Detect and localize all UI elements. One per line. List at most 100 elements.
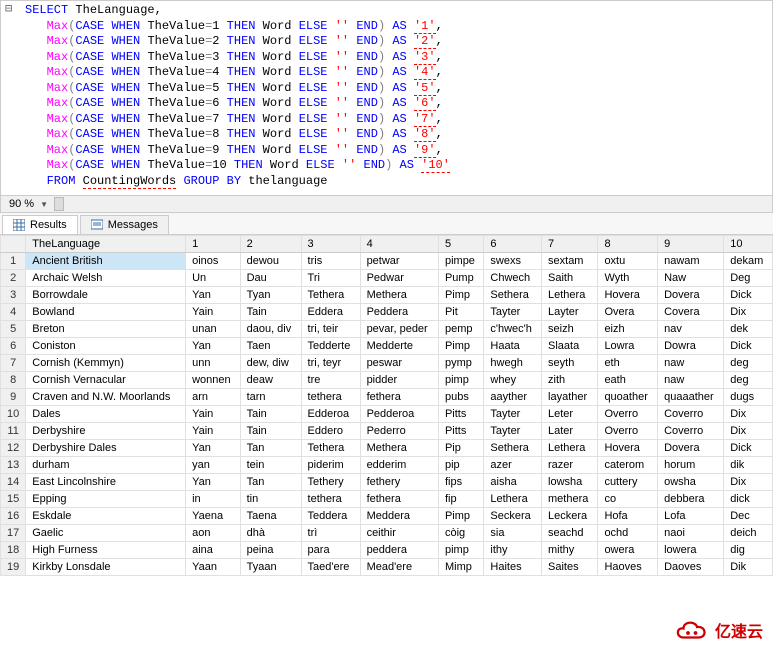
grid-cell[interactable]: Mead'ere — [360, 559, 438, 576]
grid-cell[interactable]: Yain — [186, 406, 241, 423]
grid-cell[interactable]: Leter — [542, 406, 598, 423]
grid-cell[interactable]: Dowra — [658, 338, 724, 355]
grid-cell[interactable]: fip — [438, 491, 483, 508]
grid-cell[interactable]: Yaena — [186, 508, 241, 525]
grid-cell[interactable]: Sethera — [484, 287, 542, 304]
grid-cell[interactable]: Saites — [542, 559, 598, 576]
row-header[interactable]: 14 — [1, 474, 26, 491]
row-header[interactable]: 18 — [1, 542, 26, 559]
grid-cell[interactable]: fethera — [360, 491, 438, 508]
grid-cell[interactable]: Coverro — [658, 406, 724, 423]
zoom-dropdown-icon[interactable]: ▼ — [38, 200, 50, 209]
collapse-marker[interactable]: ⊟ — [5, 1, 12, 16]
grid-cell[interactable]: pemp — [438, 321, 483, 338]
grid-cell[interactable]: Dales — [26, 406, 186, 423]
grid-cell[interactable]: Overro — [598, 406, 658, 423]
grid-cell[interactable]: seyth — [542, 355, 598, 372]
table-row[interactable]: 2Archaic WelshUnDauTriPedwarPumpChwechSa… — [1, 270, 773, 287]
grid-cell[interactable]: eizh — [598, 321, 658, 338]
grid-cell[interactable]: sextam — [542, 253, 598, 270]
grid-cell[interactable]: Hovera — [598, 287, 658, 304]
grid-cell[interactable]: Dovera — [658, 440, 724, 457]
grid-cell[interactable]: petwar — [360, 253, 438, 270]
table-row[interactable]: 19Kirkby LonsdaleYaanTyaanTaed'ereMead'e… — [1, 559, 773, 576]
grid-cell[interactable]: Lethera — [542, 287, 598, 304]
grid-cell[interactable]: Lofa — [658, 508, 724, 525]
grid-cell[interactable]: Lethera — [484, 491, 542, 508]
sql-editor[interactable]: ⊟ SELECT TheLanguage, Max(CASE WHEN TheV… — [1, 1, 772, 195]
grid-cell[interactable]: Haata — [484, 338, 542, 355]
grid-cell[interactable]: Yaan — [186, 559, 241, 576]
grid-cell[interactable]: Lethera — [542, 440, 598, 457]
column-header[interactable]: 10 — [724, 236, 773, 253]
grid-cell[interactable]: naw — [658, 372, 724, 389]
row-header[interactable]: 19 — [1, 559, 26, 576]
grid-cell[interactable]: Cornish (Kemmyn) — [26, 355, 186, 372]
grid-cell[interactable]: Wyth — [598, 270, 658, 287]
grid-cell[interactable]: Pitts — [438, 423, 483, 440]
grid-cell[interactable]: pip — [438, 457, 483, 474]
grid-cell[interactable]: tarn — [240, 389, 301, 406]
column-header[interactable]: 9 — [658, 236, 724, 253]
grid-cell[interactable]: Later — [542, 423, 598, 440]
grid-cell[interactable]: mithy — [542, 542, 598, 559]
grid-cell[interactable]: deich — [724, 525, 773, 542]
grid-cell[interactable]: Pedwar — [360, 270, 438, 287]
grid-cell[interactable]: trì — [301, 525, 360, 542]
grid-cell[interactable]: Taen — [240, 338, 301, 355]
grid-cell[interactable]: Taed'ere — [301, 559, 360, 576]
table-row[interactable]: 3BorrowdaleYanTyanTetheraMetheraPimpSeth… — [1, 287, 773, 304]
row-header[interactable]: 9 — [1, 389, 26, 406]
grid-cell[interactable]: Daoves — [658, 559, 724, 576]
sql-code[interactable]: SELECT TheLanguage, Max(CASE WHEN TheVal… — [1, 3, 772, 189]
column-header[interactable]: 6 — [484, 236, 542, 253]
grid-cell[interactable]: peddera — [360, 542, 438, 559]
grid-cell[interactable]: Seckera — [484, 508, 542, 525]
grid-cell[interactable]: tris — [301, 253, 360, 270]
grid-cell[interactable]: swexs — [484, 253, 542, 270]
grid-cell[interactable]: Un — [186, 270, 241, 287]
grid-cell[interactable]: peswar — [360, 355, 438, 372]
table-row[interactable]: 11DerbyshireYainTainEdderoPederroPittsTa… — [1, 423, 773, 440]
grid-cell[interactable]: debbera — [658, 491, 724, 508]
grid-cell[interactable]: Yain — [186, 304, 241, 321]
grid-cell[interactable]: Craven and N.W. Moorlands — [26, 389, 186, 406]
grid-cell[interactable]: Naw — [658, 270, 724, 287]
grid-cell[interactable]: Haoves — [598, 559, 658, 576]
grid-cell[interactable]: dekam — [724, 253, 773, 270]
row-header[interactable]: 10 — [1, 406, 26, 423]
grid-cell[interactable]: in — [186, 491, 241, 508]
grid-cell[interactable]: Pederro — [360, 423, 438, 440]
row-header[interactable]: 5 — [1, 321, 26, 338]
grid-cell[interactable]: Breton — [26, 321, 186, 338]
grid-cell[interactable]: dick — [724, 491, 773, 508]
row-header[interactable]: 7 — [1, 355, 26, 372]
row-header[interactable]: 4 — [1, 304, 26, 321]
grid-cell[interactable]: ithy — [484, 542, 542, 559]
grid-cell[interactable]: oinos — [186, 253, 241, 270]
grid-cell[interactable]: tri, teir — [301, 321, 360, 338]
grid-cell[interactable]: Borrowdale — [26, 287, 186, 304]
grid-cell[interactable]: Dau — [240, 270, 301, 287]
row-header[interactable]: 1 — [1, 253, 26, 270]
table-row[interactable]: 14East LincolnshireYanTanTetheryfetheryf… — [1, 474, 773, 491]
grid-cell[interactable]: Tri — [301, 270, 360, 287]
grid-cell[interactable]: Cornish Vernacular — [26, 372, 186, 389]
grid-cell[interactable]: razer — [542, 457, 598, 474]
grid-cell[interactable]: fethery — [360, 474, 438, 491]
grid-cell[interactable]: Tethera — [301, 440, 360, 457]
grid-cell[interactable]: Dick — [724, 440, 773, 457]
grid-cell[interactable]: dugs — [724, 389, 773, 406]
grid-cell[interactable]: Slaata — [542, 338, 598, 355]
grid-cell[interactable]: eath — [598, 372, 658, 389]
table-row[interactable]: 8Cornish Vernacularwonnendeawtrepidderpi… — [1, 372, 773, 389]
row-header[interactable]: 8 — [1, 372, 26, 389]
grid-cell[interactable]: pimp — [438, 372, 483, 389]
grid-cell[interactable]: Coniston — [26, 338, 186, 355]
grid-cell[interactable]: Derbyshire — [26, 423, 186, 440]
grid-cell[interactable]: Dovera — [658, 287, 724, 304]
grid-cell[interactable]: Ancient British — [26, 253, 186, 270]
grid-cell[interactable]: ochd — [598, 525, 658, 542]
grid-cell[interactable]: horum — [658, 457, 724, 474]
column-header[interactable]: 2 — [240, 236, 301, 253]
